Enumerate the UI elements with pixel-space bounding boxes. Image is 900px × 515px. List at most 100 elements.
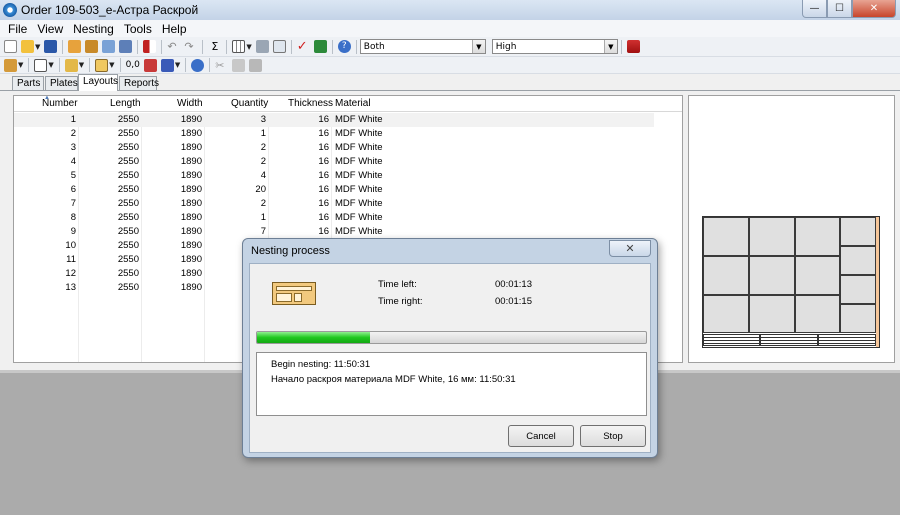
tab-reports[interactable]: Reports	[119, 76, 159, 91]
help-icon[interactable]: ?	[337, 40, 351, 53]
tab-plates[interactable]: Plates	[45, 76, 78, 91]
column-header-number[interactable]: Number	[42, 98, 78, 109]
dialog-body: Time left: 00:01:13 Time right: 00:01:15…	[249, 263, 651, 453]
paste-icon[interactable]	[249, 58, 263, 72]
list-dropdown-arrow-icon[interactable]: ▼	[48, 61, 53, 69]
column-header-quantity[interactable]: Quantity	[231, 98, 268, 109]
settings-icon[interactable]	[626, 40, 640, 53]
open-dropdown-arrow-icon[interactable]: ▼	[35, 43, 40, 51]
cell-quantity: 20	[255, 184, 266, 195]
cell-length: 2550	[117, 254, 139, 265]
cabinet-dropdown-arrow-icon[interactable]: ▼	[18, 61, 23, 69]
toolbar-separator	[209, 58, 211, 72]
cell-number: 7	[70, 198, 76, 209]
cell-length: 2550	[117, 212, 139, 223]
binoculars-icon[interactable]	[313, 40, 327, 53]
sum-icon[interactable]: Σ	[208, 40, 221, 53]
toolbar-separator	[355, 39, 357, 54]
mode-select[interactable]: Both ▼	[359, 39, 486, 54]
table-row[interactable]: 1 2550 1890 3 16 MDF White	[14, 113, 654, 127]
layout-strip-piece	[760, 334, 818, 346]
sort-icon[interactable]	[160, 58, 174, 72]
column-header-length[interactable]: Length	[110, 98, 141, 109]
stop-button[interactable]: Stop	[580, 425, 646, 447]
open-icon[interactable]	[21, 40, 34, 53]
layout-piece	[749, 295, 795, 333]
table-row[interactable]: 2 2550 1890 1 16 MDF White	[14, 127, 654, 141]
table-icon[interactable]	[95, 58, 109, 72]
tab-strip: Parts Plates Layouts Reports	[0, 74, 900, 91]
column-header-material[interactable]: Material	[335, 98, 371, 109]
menu-help[interactable]: Help	[157, 22, 192, 36]
cell-width: 1890	[180, 240, 202, 251]
tab-parts[interactable]: Parts	[12, 76, 44, 91]
cell-thickness: 16	[318, 198, 329, 209]
edit-dropdown-arrow-icon[interactable]: ▼	[79, 61, 84, 69]
window-title: Order 109-503_e-Астра Раскрой	[21, 3, 199, 17]
rotate-icon[interactable]	[143, 58, 157, 72]
table-row[interactable]: 4 2550 1890 2 16 MDF White	[14, 155, 654, 169]
close-button[interactable]: ✕	[852, 0, 896, 18]
cell-width: 1890	[180, 282, 202, 293]
tab-layouts[interactable]: Layouts	[78, 74, 118, 91]
minimize-button[interactable]: —	[802, 0, 827, 18]
table-row[interactable]: 6 2550 1890 20 16 MDF White	[14, 183, 654, 197]
print-preview-icon[interactable]	[119, 40, 133, 53]
table-row[interactable]: 9 2550 1890 7 16 MDF White	[14, 225, 654, 239]
toolbar-separator	[62, 39, 64, 54]
copy-icon[interactable]	[232, 58, 246, 72]
grid-icon[interactable]	[232, 40, 246, 53]
layout-piece	[795, 217, 840, 256]
column-header-thickness[interactable]: Thickness	[288, 98, 333, 109]
table-row[interactable]: 3 2550 1890 2 16 MDF White	[14, 141, 654, 155]
sort-dropdown-arrow-icon[interactable]: ▼	[175, 61, 180, 69]
decimal-format-button[interactable]: 0,0	[126, 60, 140, 70]
run-icon[interactable]	[143, 40, 157, 53]
layout-piece	[840, 246, 876, 275]
table-dropdown-arrow-icon[interactable]: ▼	[109, 61, 114, 69]
toolbar-separator	[290, 39, 292, 54]
cell-quantity: 3	[260, 114, 266, 125]
layout-piece	[703, 217, 749, 256]
table-row[interactable]: 8 2550 1890 1 16 MDF White	[14, 211, 654, 225]
list-icon[interactable]	[34, 58, 48, 72]
preview-icon[interactable]	[272, 40, 286, 53]
cell-width: 1890	[180, 268, 202, 279]
menu-tools[interactable]: Tools	[119, 22, 157, 36]
plates-icon[interactable]	[85, 40, 99, 53]
maximize-button[interactable]: ☐	[827, 0, 852, 18]
toolbar-separator	[331, 39, 333, 54]
toolbar-separator	[137, 39, 139, 54]
cut-icon[interactable]: ✂	[215, 59, 228, 72]
cell-number: 6	[70, 184, 76, 195]
info-icon[interactable]	[191, 58, 205, 72]
table-row[interactable]: 7 2550 1890 2 16 MDF White	[14, 197, 654, 211]
menu-nesting[interactable]: Nesting	[68, 22, 119, 36]
new-icon[interactable]	[4, 40, 17, 53]
dialog-close-button[interactable]: ✕	[609, 240, 651, 257]
grid-dropdown-arrow-icon[interactable]: ▼	[246, 43, 251, 51]
toolbar-separator	[58, 58, 60, 72]
import-icon[interactable]	[102, 40, 116, 53]
print-icon[interactable]	[255, 40, 269, 53]
redo-icon[interactable]: ↷	[184, 40, 197, 53]
cell-length: 2550	[117, 198, 139, 209]
undo-icon[interactable]: ↶	[167, 40, 180, 53]
time-left-value: 00:01:13	[495, 279, 532, 290]
column-header-width[interactable]: Width	[177, 98, 203, 109]
cell-quantity: 2	[260, 198, 266, 209]
table-row[interactable]: 5 2550 1890 4 16 MDF White	[14, 169, 654, 183]
cabinet-icon[interactable]	[4, 58, 17, 72]
cancel-button[interactable]: Cancel	[508, 425, 574, 447]
menu-view[interactable]: View	[32, 22, 68, 36]
check-icon[interactable]: ✓	[297, 40, 310, 53]
menu-file[interactable]: File	[3, 22, 32, 36]
toolbar-separator	[161, 39, 163, 54]
layout-piece	[840, 217, 876, 246]
chevron-down-icon: ▼	[603, 40, 617, 53]
cell-thickness: 16	[318, 184, 329, 195]
parts-icon[interactable]	[68, 40, 82, 53]
edit-icon[interactable]	[64, 58, 78, 72]
save-icon[interactable]	[44, 40, 58, 53]
quality-select[interactable]: High ▼	[491, 39, 618, 54]
